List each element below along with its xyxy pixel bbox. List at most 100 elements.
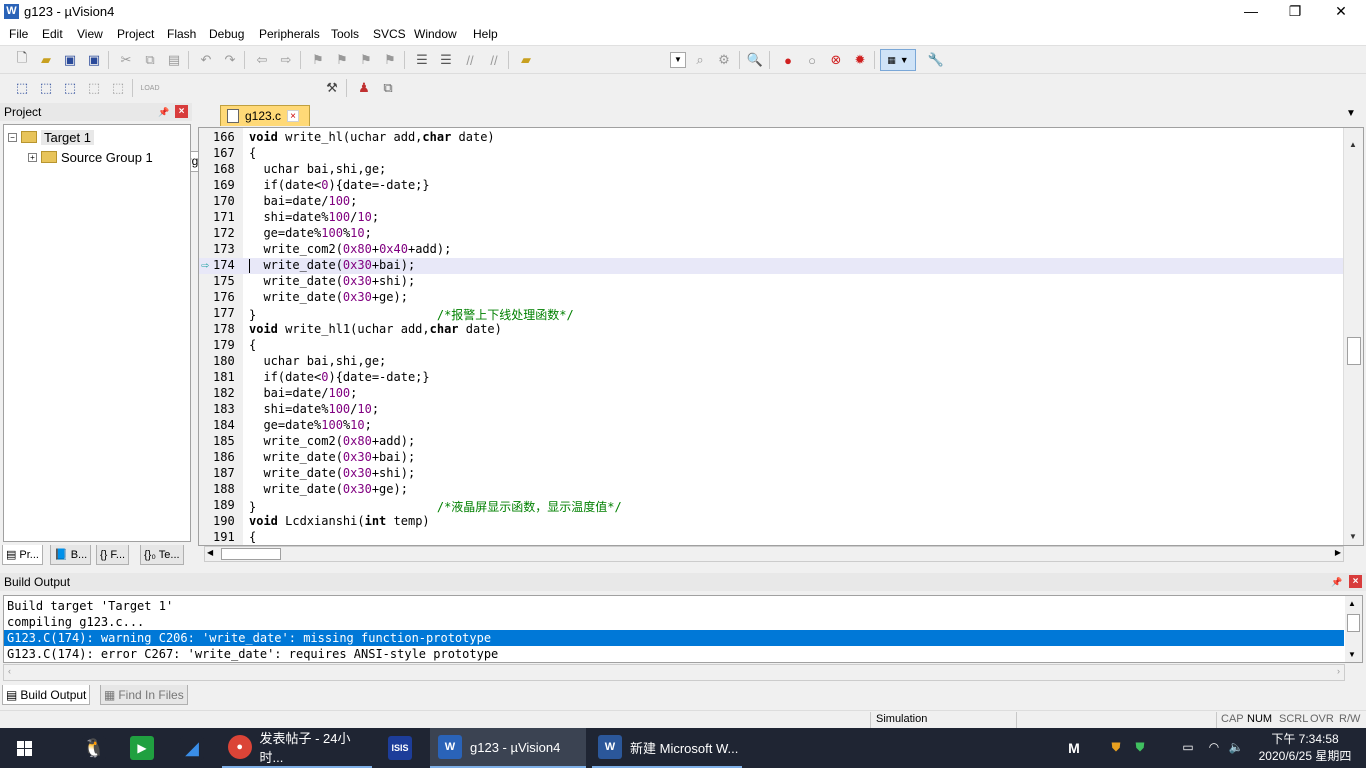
code-line[interactable]: 166 void write_hl(uchar add,char date): [199, 130, 1345, 146]
menu-project[interactable]: Project: [117, 27, 154, 41]
code-text[interactable]: } /*报警上下线处理函数*/: [249, 306, 574, 323]
save-icon[interactable]: ▣: [60, 50, 80, 70]
code-text[interactable]: if(date<0){date=-date;}: [249, 370, 429, 384]
select-packs-icon[interactable]: ⧉: [378, 78, 398, 98]
build-output-line-selected[interactable]: G123.C(174): warning C206: 'write_date':…: [4, 630, 1344, 646]
find-icon[interactable]: ⌕: [690, 50, 710, 70]
code-text[interactable]: write_com2(0x80+0x40+add);: [249, 242, 451, 256]
menu-tools[interactable]: Tools: [331, 27, 359, 41]
code-line[interactable]: 185 write_com2(0x80+add);: [199, 434, 1345, 450]
code-text[interactable]: write_date(0x30+ge);: [249, 290, 408, 304]
code-line[interactable]: 190 void Lcdxianshi(int temp): [199, 514, 1345, 530]
code-line[interactable]: 172 ge=date%100%10;: [199, 226, 1345, 242]
tree-item-target[interactable]: − Target 1: [8, 128, 94, 146]
code-line[interactable]: 178 void write_hl1(uchar add,char date): [199, 322, 1345, 338]
code-line[interactable]: 173 write_com2(0x80+0x40+add);: [199, 242, 1345, 258]
code-text[interactable]: bai=date/100;: [249, 194, 357, 208]
scroll-right-icon[interactable]: ▶: [1335, 548, 1341, 557]
code-text[interactable]: write_date(0x30+shi);: [249, 274, 415, 288]
close-icon[interactable]: ×: [287, 110, 300, 122]
new-file-icon[interactable]: 🗋: [12, 50, 32, 70]
isis-app[interactable]: ISIS: [388, 728, 416, 768]
tab-templates[interactable]: {}₀ Te...: [140, 545, 184, 565]
code-line[interactable]: 179 {: [199, 338, 1345, 354]
taskbar-clock[interactable]: 下午 7:34:58 2020/6/25 星期四: [1250, 731, 1360, 765]
close-button[interactable]: ✕: [1318, 0, 1364, 24]
code-text[interactable]: write_date(0x30+bai);: [249, 450, 415, 464]
code-text[interactable]: uchar bai,shi,ge;: [249, 354, 386, 368]
maximize-button[interactable]: ❐: [1272, 0, 1318, 24]
nav-forward-icon[interactable]: ⇨: [276, 50, 296, 70]
menu-help[interactable]: Help: [473, 27, 498, 41]
tab-project[interactable]: ▤ Pr...: [2, 545, 43, 565]
bookmark-prev-icon[interactable]: ⚑: [332, 50, 352, 70]
tab-build-output[interactable]: ▤ Build Output: [2, 685, 91, 705]
pin-icon[interactable]: 📌: [1331, 576, 1343, 588]
cut-icon[interactable]: ✂: [116, 50, 136, 70]
scroll-right-icon[interactable]: ›: [1337, 666, 1340, 676]
code-text[interactable]: shi=date%100/10;: [249, 402, 379, 416]
code-text[interactable]: } /*液晶屏显示函数，显示温度值*/: [249, 498, 622, 515]
scroll-up-icon[interactable]: ▲: [1346, 138, 1360, 152]
rebuild-icon[interactable]: ⬚: [60, 78, 80, 98]
expand-icon[interactable]: +: [28, 152, 37, 162]
code-line[interactable]: 186 write_date(0x30+bai);: [199, 450, 1345, 466]
code-text[interactable]: uchar bai,shi,ge;: [249, 162, 386, 176]
collapse-icon[interactable]: −: [8, 132, 17, 142]
breakpoint-kill-all-icon[interactable]: ✹: [850, 50, 870, 70]
batch-build-icon[interactable]: ⬚: [84, 78, 104, 98]
code-line-current[interactable]: 174 write_date(0x30+bai); ⇨: [199, 258, 1345, 274]
editor-horizontal-scrollbar[interactable]: ◀ ▶: [204, 546, 1344, 562]
manage-components-icon[interactable]: ♟: [354, 78, 374, 98]
close-icon[interactable]: ×: [1349, 575, 1362, 588]
tab-g123-c[interactable]: g123.c ×: [220, 105, 310, 126]
start-button[interactable]: [10, 728, 38, 768]
scroll-left-icon[interactable]: ◀: [207, 548, 213, 557]
nav-back-icon[interactable]: ⇦: [252, 50, 272, 70]
window-layout-button[interactable]: ▦ ▼: [880, 49, 916, 71]
code-line[interactable]: 189} /*液晶屏显示函数，显示温度值*/: [199, 498, 1345, 514]
paste-icon[interactable]: ▤: [164, 50, 184, 70]
antivirus-shield-icon[interactable]: ⛊: [1132, 740, 1148, 756]
code-line[interactable]: 171 shi=date%100/10;: [199, 210, 1345, 226]
build-vertical-scrollbar[interactable]: ▲ ▼: [1345, 596, 1362, 662]
code-line[interactable]: 183 shi=date%100/10;: [199, 402, 1345, 418]
bookmark-clear-icon[interactable]: ⚑: [380, 50, 400, 70]
bookmark-next-icon[interactable]: ⚑: [356, 50, 376, 70]
scroll-thumb[interactable]: [221, 548, 281, 560]
code-text[interactable]: bai=date/100;: [249, 386, 357, 400]
indent-icon[interactable]: ☰: [412, 50, 432, 70]
media-player-app[interactable]: ▶: [130, 728, 158, 768]
target-options-icon[interactable]: ⚒: [322, 78, 342, 98]
code-line[interactable]: 177} /*报警上下线处理函数*/: [199, 306, 1345, 322]
debug-session-icon[interactable]: 🔍: [745, 50, 765, 70]
build-output-line[interactable]: G123.C(174): error C267: 'write_date': r…: [7, 646, 1347, 662]
tab-books[interactable]: 📘 B...: [50, 545, 92, 565]
taskbar-chrome[interactable]: ● 发表帖子 - 24小时...: [222, 728, 372, 768]
menu-debug[interactable]: Debug: [209, 27, 244, 41]
code-line[interactable]: 170 bai=date/100;: [199, 194, 1345, 210]
breakpoint-insert-icon[interactable]: ●: [778, 50, 798, 70]
bookmark-toggle-icon[interactable]: ⚑: [308, 50, 328, 70]
find-dropdown[interactable]: ▼: [670, 52, 686, 68]
save-all-icon[interactable]: ▣: [84, 50, 104, 70]
configure-icon[interactable]: 🔧: [926, 50, 946, 70]
code-line[interactable]: 169 if(date<0){date=-date;}: [199, 178, 1345, 194]
security-shield-icon[interactable]: ⛊: [1108, 740, 1124, 756]
scroll-thumb[interactable]: [1347, 614, 1360, 632]
uncomment-icon[interactable]: //: [484, 50, 504, 70]
code-line[interactable]: 167 {: [199, 146, 1345, 162]
volume-icon[interactable]: 🔈: [1228, 740, 1244, 756]
build-horizontal-scrollbar[interactable]: ‹ ›: [3, 664, 1345, 681]
build-icon[interactable]: ⬚: [36, 78, 56, 98]
tab-list-dropdown-icon[interactable]: ▼: [1346, 108, 1356, 119]
qq-app[interactable]: 🐧: [82, 728, 110, 768]
code-line[interactable]: 191 {: [199, 530, 1345, 545]
code-line[interactable]: 176 write_date(0x30+ge);: [199, 290, 1345, 306]
open-folder-icon[interactable]: ▰: [36, 50, 56, 70]
code-text[interactable]: void write_hl1(uchar add,char date): [249, 322, 502, 336]
translate-icon[interactable]: ⬚: [12, 78, 32, 98]
redo-icon[interactable]: ↷: [220, 50, 240, 70]
tab-functions[interactable]: {} F...: [96, 545, 130, 565]
code-line[interactable]: 175 write_date(0x30+shi);: [199, 274, 1345, 290]
